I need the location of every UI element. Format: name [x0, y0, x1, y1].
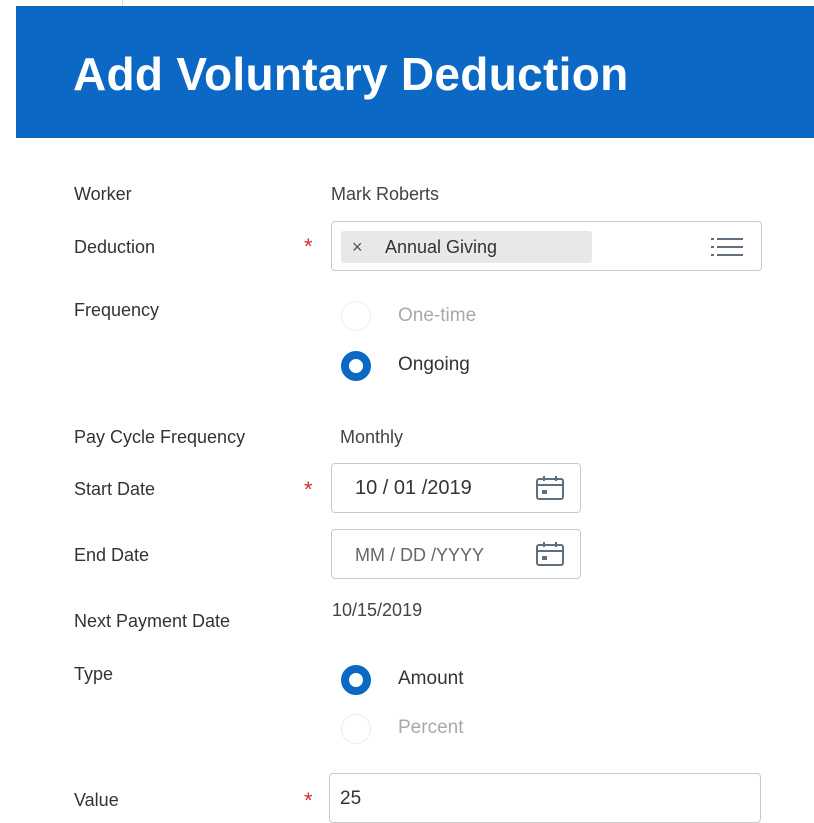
type-label: Type	[74, 664, 114, 684]
worker-value: Mark Roberts	[331, 184, 440, 204]
end-date-label: End Date	[74, 545, 150, 565]
deduction-prompt-field[interactable]: × Annual Giving	[331, 221, 762, 271]
start-date-required-mark: *	[304, 477, 313, 502]
pay-cycle-frequency-label: Pay Cycle Frequency	[74, 427, 246, 447]
type-percent-radio[interactable]	[341, 714, 371, 744]
pay-cycle-frequency-value: Monthly	[340, 427, 404, 447]
deduction-label: Deduction	[74, 237, 156, 257]
frequency-label: Frequency	[74, 300, 160, 320]
page-header: Add Voluntary Deduction	[16, 6, 814, 138]
type-percent-label[interactable]: Percent	[398, 716, 463, 740]
value-input-text: 25	[340, 788, 362, 809]
worker-label: Worker	[74, 184, 132, 204]
type-amount-label[interactable]: Amount	[398, 667, 463, 691]
deduction-selected-pill: × Annual Giving	[341, 231, 592, 263]
start-date-input[interactable]: 10 / 01 /2019	[331, 463, 581, 513]
deduction-required-mark: *	[304, 234, 313, 259]
next-payment-date-label: Next Payment Date	[74, 611, 231, 631]
remove-selection-icon[interactable]: ×	[352, 236, 363, 258]
frequency-one-time-label[interactable]: One-time	[398, 304, 476, 328]
calendar-icon[interactable]	[535, 541, 565, 567]
frequency-ongoing-label[interactable]: Ongoing	[398, 353, 470, 377]
list-icon[interactable]	[711, 237, 743, 257]
end-date-input[interactable]: MM / DD /YYYY	[331, 529, 581, 579]
value-required-mark: *	[304, 788, 313, 813]
type-amount-radio[interactable]	[341, 665, 371, 695]
value-label: Value	[74, 790, 119, 810]
deduction-selected-value: Annual Giving	[385, 237, 498, 257]
start-date-value: 10 / 01 /2019	[355, 477, 472, 499]
frequency-ongoing-radio[interactable]	[341, 351, 371, 381]
end-date-placeholder: MM / DD /YYYY	[355, 545, 485, 565]
frequency-one-time-radio[interactable]	[341, 301, 371, 331]
value-input[interactable]: 25	[329, 773, 761, 823]
next-payment-date-value: 10/15/2019	[332, 600, 423, 620]
page-title: Add Voluntary Deduction	[73, 48, 629, 100]
calendar-icon[interactable]	[535, 475, 565, 501]
start-date-label: Start Date	[74, 479, 156, 499]
